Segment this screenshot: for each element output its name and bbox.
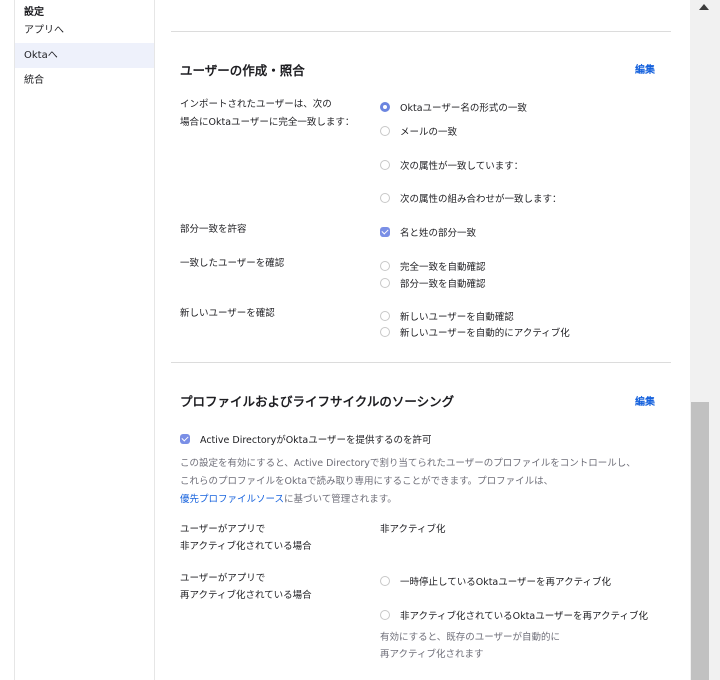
checkbox-partial-name[interactable]: 名と姓の部分一致 [380,225,476,239]
radio-email[interactable]: メールの一致 [380,124,457,138]
checkbox-auto-activate-new[interactable]: 新しいユーザーを自動的にアクティブ化 [380,325,570,339]
option-label: 部分一致を自動確認 [400,279,486,290]
reactivated-label-line1: ユーザーがアプリで [180,573,266,584]
option-label: 完全一致を自動確認 [400,262,486,273]
import-match-label-line1: インポートされたユーザーは、次の [180,99,332,110]
confirm-new-label: 新しいユーザーを確認 [180,308,275,319]
deactivated-label-line2: 非アクティブ化されている場合 [180,541,312,552]
sidebar-item-integration[interactable]: 統合 [15,68,154,93]
option-label: 次の属性が一致しています： [400,161,524,172]
checkbox-reactivate-suspended[interactable]: 一時停止しているOktaユーザーを再アクティブ化 [380,574,611,588]
edit-button-user-matching[interactable]: 編集 [635,61,655,76]
profile-source-link[interactable]: 優先プロファイルソース [180,494,284,505]
checkbox-reactivate-deactivated[interactable]: 非アクティブ化されているOktaユーザーを再アクティブ化 [380,608,648,622]
option-label: 名と姓の部分一致 [400,228,477,239]
description-text: に基づいて管理されます。 [284,494,397,505]
checkbox-checked-icon [380,227,390,237]
option-label: Oktaユーザー名の形式の一致 [400,103,527,114]
scroll-up-arrow-icon[interactable] [699,4,709,10]
checkbox-icon [380,576,390,586]
option-label: 一時停止しているOktaユーザーを再アクティブ化 [400,577,612,588]
scrollbar-thumb[interactable] [691,402,709,680]
divider [171,362,671,363]
import-match-label-line2: 場合にOktaユーザーに完全一致します： [180,117,355,128]
option-label: 次の属性の組み合わせが一致します： [400,194,562,205]
checkbox-auto-confirm-new[interactable]: 新しいユーザーを自動確認 [380,309,514,323]
sidebar: 設定 アプリへ Oktaへ 統合 [14,0,155,680]
option-label: Active DirectoryがOktaユーザーを提供するのを許可 [200,435,432,446]
vertical-scrollbar[interactable] [690,0,720,680]
radio-icon [380,126,390,136]
option-label: メールの一致 [400,127,458,138]
reactivate-note-line1: 有効にすると、既存のユーザーが自動的に [380,632,561,643]
checkbox-icon [380,261,390,271]
radio-selected-icon [380,102,390,112]
reactivated-label-line2: 再アクティブ化されている場合 [180,590,312,601]
checkbox-icon [380,311,390,321]
section-title-profile-sourcing: プロファイルおよびライフサイクルのソーシング [180,394,455,409]
radio-icon [380,160,390,170]
radio-icon [380,193,390,203]
radio-attribute-combination[interactable]: 次の属性の組み合わせが一致します： [380,191,562,205]
checkbox-auto-confirm-partial[interactable]: 部分一致を自動確認 [380,276,486,290]
checkbox-icon [380,610,390,620]
checkbox-auto-confirm-exact[interactable]: 完全一致を自動確認 [380,259,486,273]
option-label: 新しいユーザーを自動的にアクティブ化 [400,328,570,339]
option-label: 非アクティブ化されているOktaユーザーを再アクティブ化 [400,611,648,622]
description-line: 優先プロファイルソースに基づいて管理されます。 [180,491,660,509]
radio-attribute-match[interactable]: 次の属性が一致しています： [380,158,523,172]
confirm-matched-label: 一致したユーザーを確認 [180,258,285,269]
checkbox-allow-ad-sourcing[interactable]: Active DirectoryがOktaユーザーを提供するのを許可 [180,432,432,446]
partial-match-label: 部分一致を許容 [180,224,247,235]
settings-main: ユーザーの作成・照合 編集 インポートされたユーザーは、次の 場合にOktaユー… [171,0,671,680]
checkbox-checked-icon [180,434,190,444]
option-label: 新しいユーザーを自動確認 [400,312,514,323]
profile-sourcing-description: この設定を有効にすると、Active Directoryで割り当てられたユーザー… [180,455,660,509]
deactivated-label-line1: ユーザーがアプリで [180,524,266,535]
scrollbar-track[interactable] [690,0,710,680]
checkbox-icon [380,327,390,337]
sidebar-heading: 設定 [24,7,44,18]
deactivated-value: 非アクティブ化 [380,524,446,535]
sidebar-item-apps[interactable]: アプリへ [15,18,154,43]
edit-button-profile-sourcing[interactable]: 編集 [635,393,655,408]
checkbox-icon [380,278,390,288]
description-line: これらのプロファイルをOktaで読み取り専用にすることができます。プロファイルは… [180,476,554,487]
sidebar-item-okta[interactable]: Oktaへ [15,43,154,68]
radio-okta-username[interactable]: Oktaユーザー名の形式の一致 [380,100,527,114]
description-line: この設定を有効にすると、Active Directoryで割り当てられたユーザー… [180,458,636,469]
divider [171,31,671,32]
reactivate-note-line2: 再アクティブ化されます [380,649,484,660]
section-title-user-matching: ユーザーの作成・照合 [180,63,305,78]
